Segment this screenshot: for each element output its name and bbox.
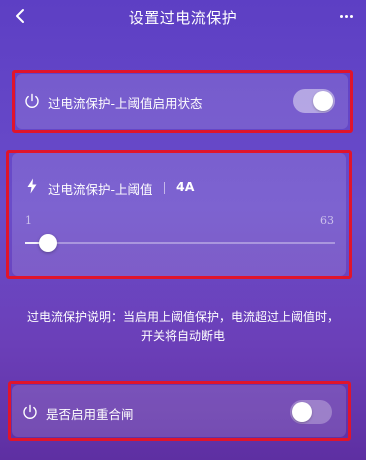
power-icon (25, 93, 39, 108)
threshold-slider-thumb[interactable] (39, 234, 58, 252)
auto-reclose-label: 是否启用重合闸 (46, 407, 134, 422)
upper-threshold-enable-label: 过电流保护-上阈值启用状态 (48, 96, 203, 111)
threshold-slider-track[interactable] (25, 242, 335, 244)
lightning-bolt-icon (27, 178, 37, 194)
description-line-1: 过电流保护说明：当启用上阈值保护，电流超过上阈值时， (26, 310, 339, 324)
label-divider (164, 182, 165, 194)
toggle-knob (313, 91, 333, 111)
page-title: 设置过电流保护 (128, 9, 238, 27)
power-icon (23, 404, 37, 419)
description-line-2: 开关将自动断电 (140, 329, 225, 343)
more-horizontal-icon (339, 14, 343, 18)
toggle-knob (292, 402, 312, 422)
more-options-button[interactable] (336, 8, 356, 24)
upper-threshold-value-label: 过电流保护-上阈值 (48, 182, 153, 197)
overcurrent-description: 过电流保护说明：当启用上阈值保护，电流超过上阈值时， 开关将自动断电 (8, 308, 358, 346)
slider-max-label: 63 (320, 214, 334, 227)
upper-threshold-value-card (12, 153, 346, 276)
top-bar: 设置过电流保护 (0, 0, 366, 36)
auto-reclose-toggle[interactable] (290, 400, 332, 424)
upper-threshold-enable-toggle[interactable] (293, 89, 335, 113)
slider-min-label: 1 (25, 214, 32, 227)
upper-threshold-current-value: 4A (176, 179, 195, 194)
